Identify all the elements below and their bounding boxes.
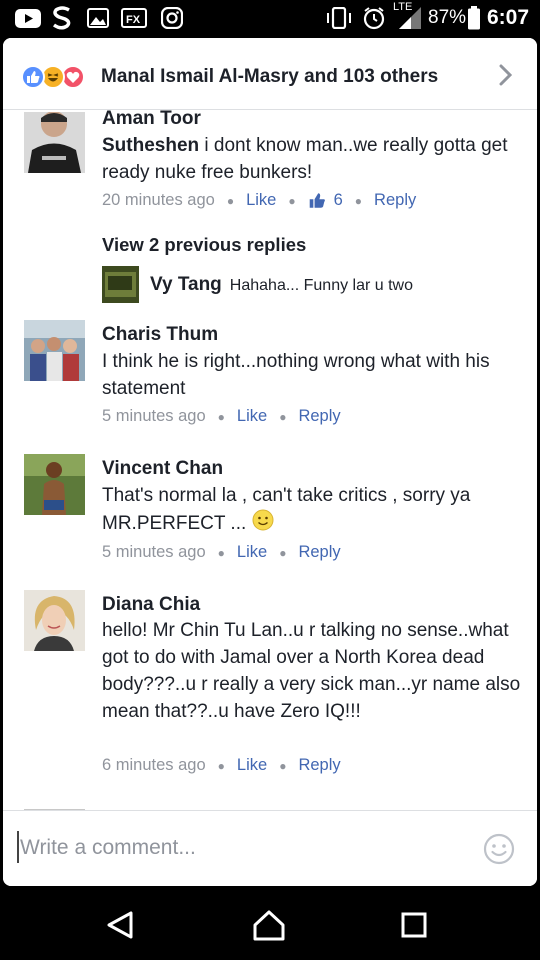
like-button[interactable]: Like (237, 756, 267, 775)
like-button[interactable]: Like (246, 191, 276, 210)
s-app-icon (50, 6, 74, 30)
text-caret (17, 831, 19, 863)
comment-text-body: That's normal la , can't take critics , … (102, 485, 471, 535)
comment-meta: 5 minutes ago ● Like ● Reply (102, 543, 341, 562)
navigation-bar (0, 886, 540, 960)
alarm-icon (362, 6, 386, 30)
comment-author[interactable]: Vincent Chan (102, 458, 223, 480)
comment-meta: 6 minutes ago ● Like ● Reply (102, 756, 341, 775)
comment-author[interactable]: Aman Toor (102, 110, 201, 130)
comment-text: That's normal la , can't take critics , … (102, 482, 522, 539)
gallery-icon (86, 6, 110, 30)
network-type: LTE (393, 1, 413, 13)
comment-input[interactable] (20, 833, 460, 863)
thumbs-up-icon (309, 193, 325, 208)
comment-text: I think he is right...nothing wrong what… (102, 351, 490, 399)
like-count[interactable]: 6 (308, 191, 343, 210)
reply-button[interactable]: Reply (298, 756, 340, 775)
reactions-bar[interactable]: Manal Ismail Al-Masry and 103 others (3, 38, 537, 110)
comment-author[interactable]: Diana Chia (102, 594, 200, 616)
youtube-icon (14, 6, 42, 30)
timestamp: 20 minutes ago (102, 191, 215, 209)
battery-percent: 87% (428, 7, 467, 28)
clock: 6:07 (487, 6, 530, 29)
separator-dot: ● (288, 193, 296, 208)
recents-icon[interactable] (397, 908, 431, 942)
instagram-icon (160, 6, 184, 30)
separator-dot: ● (279, 409, 287, 424)
mention-link[interactable]: Sutheshen (102, 135, 199, 156)
reply-author[interactable]: Vy Tang (150, 274, 222, 296)
comment-composer (3, 810, 537, 886)
reply-text: Hahaha... Funny lar u two (229, 277, 414, 294)
separator-dot: ● (279, 758, 287, 773)
like-button[interactable]: Like (237, 543, 267, 562)
slightly-smiling-emoji-icon (252, 509, 274, 539)
battery-icon (466, 6, 482, 30)
view-previous-replies[interactable]: View 2 previous replies (102, 234, 306, 256)
reply-button[interactable]: Reply (374, 191, 416, 210)
emoji-picker-icon[interactable] (483, 833, 515, 865)
separator-dot: ● (279, 545, 287, 560)
status-bar: FX LTE 87% 6:07 (0, 0, 540, 36)
comment-meta: 5 minutes ago ● Like ● Reply (102, 407, 341, 426)
avatar[interactable] (24, 320, 85, 381)
timestamp: 5 minutes ago (102, 407, 206, 425)
comment-text: hello! Mr Chin Tu Lan..u r talking no se… (102, 620, 521, 722)
home-icon[interactable] (252, 908, 286, 942)
separator-dot: ● (226, 193, 235, 208)
like-reaction-icon (21, 65, 45, 89)
svg-text:FX: FX (126, 14, 141, 26)
separator-dot: ● (217, 758, 225, 773)
like-count-value: 6 (333, 191, 343, 209)
separator-dot: ● (217, 545, 225, 560)
reply-button[interactable]: Reply (298, 543, 340, 562)
comment-meta: 20 minutes ago ● Like ● 6 ● Reply (102, 191, 416, 210)
avatar[interactable] (24, 454, 85, 515)
avatar[interactable] (102, 266, 139, 303)
reaction-icons (21, 65, 101, 91)
back-icon[interactable] (103, 908, 137, 942)
avatar[interactable] (24, 803, 85, 810)
reactors-summary[interactable]: Manal Ismail Al-Masry and 103 others (101, 66, 438, 88)
reply-preview[interactable]: Vy Tang Hahaha... Funny lar u two (150, 274, 413, 296)
separator-dot: ● (354, 193, 363, 208)
comments-panel: Manal Ismail Al-Masry and 103 others Ama… (3, 38, 537, 886)
comment-author[interactable]: Charis Thum (102, 324, 218, 346)
separator-dot: ● (217, 409, 225, 424)
chevron-right-icon[interactable] (499, 64, 513, 91)
timestamp: 6 minutes ago (102, 756, 206, 774)
reply-button[interactable]: Reply (298, 407, 340, 426)
timestamp: 5 minutes ago (102, 543, 206, 561)
like-button[interactable]: Like (237, 407, 267, 426)
vibrate-icon (325, 6, 353, 30)
comment-text: Sutheshen i dont know man..we really got… (102, 132, 522, 186)
comments-list: Aman Toor Sutheshen i dont know man..we … (3, 110, 537, 810)
fx-app-icon: FX (121, 6, 147, 30)
avatar[interactable] (24, 590, 85, 651)
avatar[interactable] (24, 112, 85, 173)
